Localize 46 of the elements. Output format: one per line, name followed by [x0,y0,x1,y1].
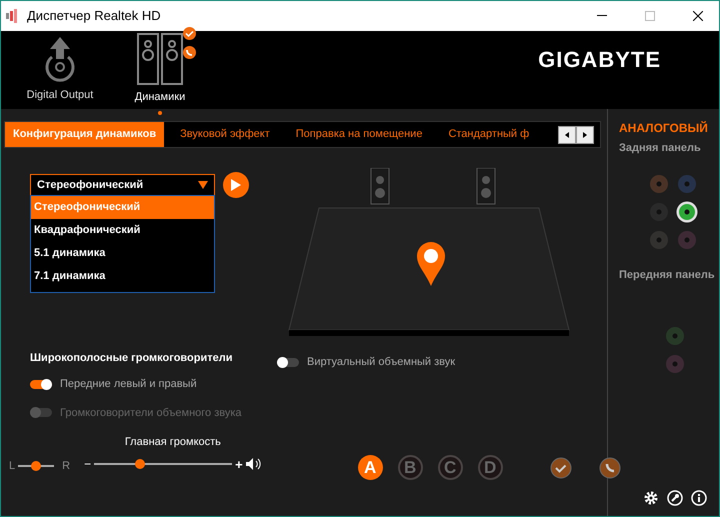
window-title: Диспетчер Realtek HD [27,7,161,26]
phone-badge-icon [183,46,196,59]
toggle-switch[interactable] [30,380,52,389]
balance-right-label: R [62,458,70,474]
device-button[interactable]: Динамики [115,31,205,109]
dropdown-option[interactable]: 7.1 динамика [31,265,214,288]
volume-icon [246,458,262,470]
speaker-config-dropdown[interactable]: Стереофонический [30,174,215,196]
volume-title: Главная громкость [124,435,221,450]
toggle-label: Виртуальный объемный звук [307,355,456,370]
toggle-switch[interactable] [277,358,299,367]
device-label: Динамики [134,90,186,105]
check-circle-icon[interactable] [550,456,572,478]
tab[interactable]: Звуковой эффект [172,122,278,147]
toggle-label: Передние левый и правый [60,377,197,392]
volume-plus-label: + [235,456,243,474]
scroll-left-button[interactable] [558,126,576,144]
brand-logo: GIGABYTE [538,46,661,74]
dropdown-arrow-icon [198,181,208,189]
dropdown-option[interactable]: Квадрафонический [31,219,214,242]
audio-jack-icon[interactable] [676,200,698,222]
balance-left-label: L [9,458,16,474]
section-title: Широкополосные громкоговорители [30,350,234,366]
play-button[interactable] [223,172,249,198]
device-label: Digital Output [26,88,94,103]
settings-icon[interactable] [643,490,659,506]
play-icon [231,179,241,191]
analog-title: АНАЛОГОВЫЙ [619,120,709,137]
volume-minus-label: − [84,456,92,474]
selected-indicator-icon [158,111,162,115]
toggle-label: Громкоговорители объемного звука [60,406,242,420]
front-panel-label: Передняя панель [619,268,716,282]
wrench-icon[interactable] [667,490,683,506]
tab[interactable]: Поправка на помещение [288,122,430,147]
minimize-icon[interactable] [597,15,607,17]
left-arrow-icon [565,132,569,138]
close-icon[interactable] [693,11,703,21]
scroll-right-button[interactable] [576,126,594,144]
info-icon[interactable] [691,490,707,506]
tab[interactable]: Стандартный ф [440,122,538,147]
right-arrow-icon [583,132,587,138]
rear-panel-label: Задняя панель [619,141,702,156]
device-button[interactable]: Digital Output [15,31,105,109]
dropdown-option[interactable]: 5.1 динамика [31,242,214,265]
speakers-icon [137,33,183,85]
phone-circle-icon[interactable] [598,456,621,478]
